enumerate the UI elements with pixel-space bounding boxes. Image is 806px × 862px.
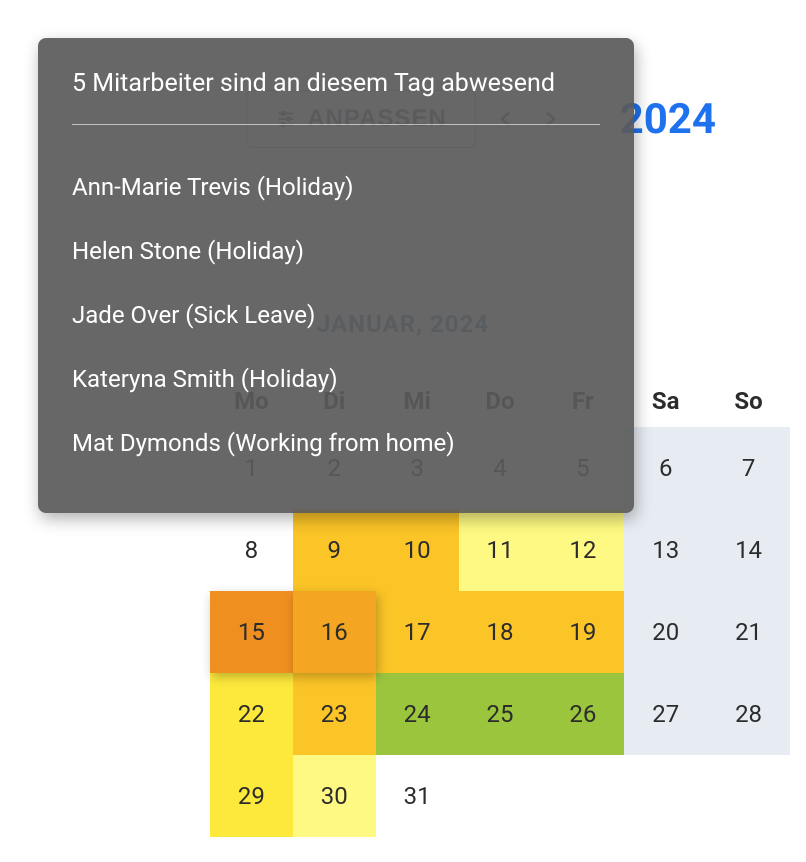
calendar-day[interactable]: 24 <box>376 673 459 755</box>
calendar-day[interactable]: 17 <box>376 591 459 673</box>
calendar-day <box>459 755 542 837</box>
calendar-day[interactable]: 29 <box>210 755 293 837</box>
calendar-day[interactable]: 21 <box>707 591 790 673</box>
calendar-day <box>707 755 790 837</box>
calendar-day[interactable]: 30 <box>293 755 376 837</box>
calendar-day[interactable]: 12 <box>541 509 624 591</box>
tooltip-item: Mat Dymonds (Working from home) <box>72 411 600 475</box>
tooltip-item: Ann-Marie Trevis (Holiday) <box>72 155 600 219</box>
calendar-day[interactable]: 9 <box>293 509 376 591</box>
calendar-day[interactable]: 16 <box>293 591 376 673</box>
calendar-day[interactable]: 20 <box>624 591 707 673</box>
dow-header: So <box>707 375 790 427</box>
calendar-day[interactable]: 18 <box>459 591 542 673</box>
calendar-day[interactable]: 19 <box>541 591 624 673</box>
calendar-day[interactable]: 14 <box>707 509 790 591</box>
calendar-day <box>541 755 624 837</box>
calendar-day[interactable]: 28 <box>707 673 790 755</box>
calendar-day[interactable]: 6 <box>624 427 707 509</box>
calendar-day[interactable]: 26 <box>541 673 624 755</box>
calendar-day[interactable]: 11 <box>459 509 542 591</box>
calendar-day[interactable]: 31 <box>376 755 459 837</box>
tooltip-list: Ann-Marie Trevis (Holiday)Helen Stone (H… <box>72 155 600 475</box>
calendar-day <box>624 755 707 837</box>
dow-header: Sa <box>624 375 707 427</box>
calendar-day[interactable]: 10 <box>376 509 459 591</box>
calendar-day[interactable]: 22 <box>210 673 293 755</box>
tooltip-item: Jade Over (Sick Leave) <box>72 283 600 347</box>
tooltip-item: Helen Stone (Holiday) <box>72 219 600 283</box>
calendar-day[interactable]: 25 <box>459 673 542 755</box>
tooltip-item: Kateryna Smith (Holiday) <box>72 347 600 411</box>
tooltip-title: 5 Mitarbeiter sind an diesem Tag abwesen… <box>72 66 600 102</box>
calendar-day[interactable]: 7 <box>707 427 790 509</box>
calendar-day[interactable]: 13 <box>624 509 707 591</box>
calendar-day[interactable]: 15 <box>210 591 293 673</box>
calendar-day[interactable]: 27 <box>624 673 707 755</box>
calendar-day[interactable]: 8 <box>210 509 293 591</box>
calendar-day[interactable]: 23 <box>293 673 376 755</box>
absence-tooltip: 5 Mitarbeiter sind an diesem Tag abwesen… <box>38 38 634 513</box>
year-label: 2024 <box>620 95 716 144</box>
tooltip-divider <box>72 124 600 125</box>
